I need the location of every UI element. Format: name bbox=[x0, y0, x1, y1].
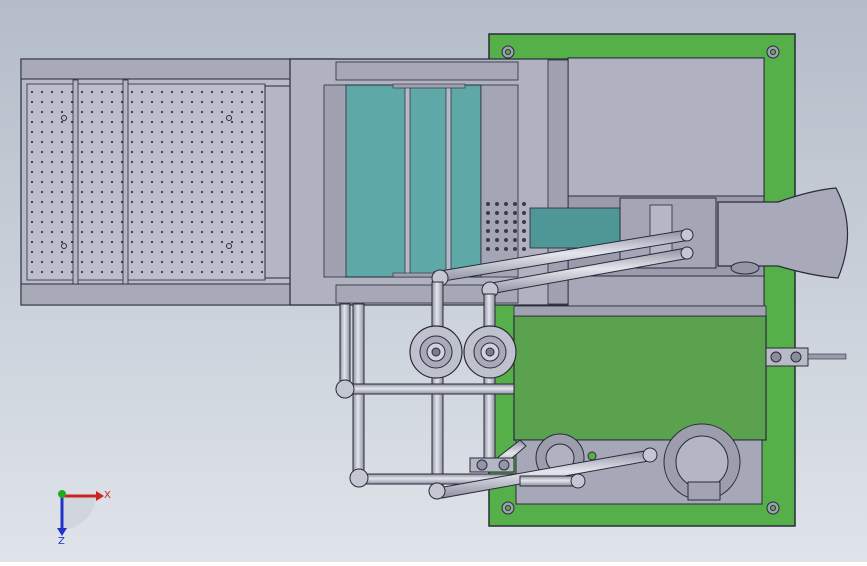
glass-rod-1 bbox=[404, 85, 411, 277]
x-axis-label: X bbox=[104, 490, 111, 501]
z-axis-label: Z bbox=[58, 536, 65, 547]
glass-panel bbox=[344, 84, 482, 278]
mesh-rail-1 bbox=[72, 79, 79, 285]
vent-grid bbox=[484, 198, 530, 254]
plate-bolt-top-right bbox=[766, 45, 780, 59]
plate-bolt-top-left bbox=[501, 45, 515, 59]
conveyor-bed[interactable] bbox=[20, 58, 337, 306]
pump-left[interactable] bbox=[409, 325, 463, 379]
plate-bolt-bottom-left bbox=[501, 501, 515, 515]
mesh-rail-2 bbox=[122, 79, 129, 285]
green-tank[interactable] bbox=[513, 305, 767, 441]
plate-bolt-bottom-right bbox=[766, 501, 780, 515]
glass-chamber[interactable] bbox=[289, 58, 569, 306]
pump-right[interactable] bbox=[463, 325, 517, 379]
inner-channel bbox=[529, 207, 621, 249]
y-axis-dot bbox=[58, 490, 66, 498]
cad-viewport[interactable]: X Z bbox=[0, 0, 867, 562]
glass-rod-2 bbox=[445, 85, 452, 277]
